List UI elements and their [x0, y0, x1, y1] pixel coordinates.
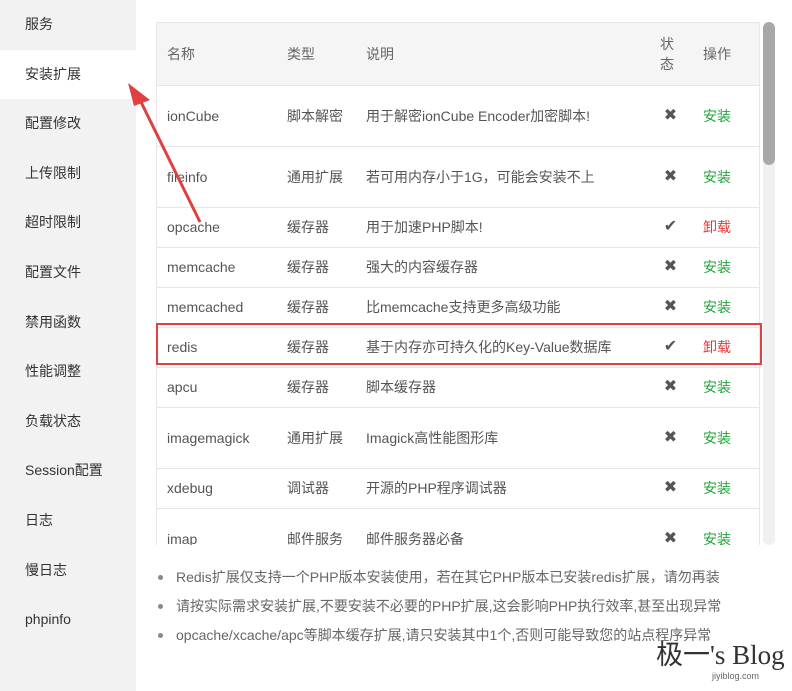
note: Redis扩展仅支持一个PHP版本安装使用，若在其它PHP版本已安装redis扩… — [158, 566, 721, 595]
watermark-logo: 极一's Blog — [656, 640, 785, 670]
note: opcache/xcache/apc等脚本缓存扩展,请只安装其中1个,否则可能导… — [158, 624, 721, 653]
watermark-url: jiyiblog.com — [712, 671, 760, 681]
notes-list: Redis扩展仅支持一个PHP版本安装使用，若在其它PHP版本已安装redis扩… — [158, 566, 721, 653]
note: 请按实际需求安装扩展,不要安装不必要的PHP扩展,这会影响PHP执行效率,甚至出… — [158, 595, 721, 624]
